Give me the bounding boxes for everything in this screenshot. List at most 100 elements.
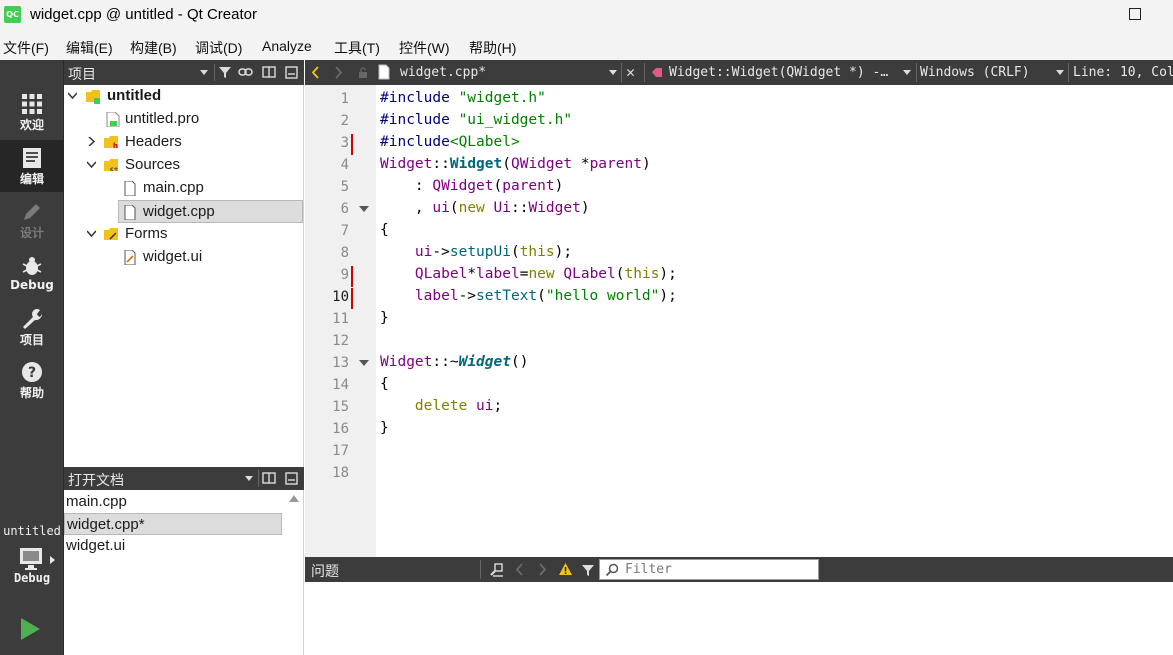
next-item-icon[interactable] [538,563,547,576]
open-doc-widget-ui[interactable]: widget.ui [64,535,282,557]
mode-design[interactable]: 设计 [0,194,64,246]
line-number: 2 [340,113,349,129]
line-number: 1 [340,91,349,107]
view-dropdown-icon[interactable] [245,476,253,481]
menu-file[interactable]: 文件(F) [3,38,49,58]
code-line: label->setText("hello world"); [414,288,677,304]
symbol-tag-icon [652,68,662,77]
chevron-right-icon[interactable] [87,137,96,146]
view-dropdown-icon[interactable] [200,70,208,75]
forward-arrow-icon[interactable] [334,66,343,79]
filter-icon[interactable] [581,563,595,577]
chevron-down-icon[interactable] [68,91,77,100]
tree-item-widget-ui[interactable]: widget.ui [64,246,303,269]
menu-debug[interactable]: 调试(D) [195,38,242,58]
tree-item-widget-cpp[interactable]: widget.cpp [118,200,303,223]
tree-item-untitled-pro[interactable]: untitled.pro [64,108,303,131]
close-pane-icon[interactable] [285,472,298,485]
menu-analyze[interactable]: Analyze [262,38,312,54]
file-dropdown-icon[interactable] [609,70,617,75]
code-line: { [380,376,389,392]
line-number: 13 [332,355,349,371]
tree-item-label: Forms [125,225,168,242]
menu-edit[interactable]: 编辑(E) [66,38,113,58]
open-documents-title[interactable]: 打开文档 [68,470,124,490]
scroll-up-arrow[interactable] [288,494,300,504]
menu-controls[interactable]: 控件(W) [399,38,450,58]
symbol-dropdown-icon[interactable] [903,70,911,75]
lock-icon[interactable] [358,67,368,79]
previous-item-icon[interactable] [515,563,524,576]
code-line: QLabel*label=new QLabel(this); [414,266,677,282]
file-tab-name[interactable]: widget.cpp* [400,65,486,80]
open-doc-main-cpp[interactable]: main.cpp [64,491,282,513]
edit-document-icon [23,148,41,168]
symbol-selector[interactable]: Widget::Widget(QWidget *) -… [669,65,888,80]
svg-text:h: h [113,142,118,150]
code-line: #include<QLabel> [380,134,520,150]
open-doc-widget-cpp[interactable]: widget.cpp* [64,513,282,535]
separator [916,63,917,82]
cursor-position[interactable]: Line: 10, Col: [1073,65,1173,80]
issues-title[interactable]: 问题 [311,561,339,581]
mode-projects[interactable]: 项目 [0,301,64,353]
mode-design-label: 设计 [19,226,44,240]
close-pane-icon[interactable] [285,66,298,79]
tree-item-main-cpp[interactable]: main.cpp [64,177,303,200]
play-icon [21,618,40,640]
separator [644,63,645,82]
kit-config-label: Debug [13,571,51,585]
maximize-icon[interactable] [1129,8,1141,20]
line-number: 10 [332,289,349,305]
wrench-icon [23,309,43,329]
line-number: 16 [332,421,349,437]
build-issues-icon[interactable] [489,562,504,577]
project-pane-title[interactable]: 项目 [68,64,96,84]
change-marker [351,288,353,309]
pro-file-icon [106,112,120,127]
mode-welcome[interactable]: 欢迎 [0,86,64,138]
mode-help[interactable]: ? 帮助 [0,354,64,406]
back-arrow-icon[interactable] [311,66,320,79]
split-icon[interactable] [262,65,276,79]
warning-icon[interactable] [558,562,573,576]
mode-debug[interactable]: Debug [0,248,64,300]
chevron-down-icon[interactable] [87,229,96,238]
fold-arrow-icon[interactable] [359,206,369,212]
svg-text:c+: c+ [110,166,118,173]
run-button[interactable] [16,615,44,643]
filter-input[interactable]: Filter [599,559,819,580]
menu-tools[interactable]: 工具(T) [334,38,380,58]
kit-selector[interactable]: Debug [0,544,64,596]
tree-item-untitled[interactable]: untitled [64,85,303,108]
tree-item-forms[interactable]: Forms [64,223,303,246]
separator [258,470,259,487]
issues-list[interactable] [305,582,1173,655]
mode-bar: 欢迎 编辑 设计 Debug 项目 ? 帮助 untitled Debug [0,60,64,655]
line-number: 18 [332,465,349,481]
mode-edit[interactable]: 编辑 [0,140,64,192]
line-ending-selector[interactable]: Windows (CRLF) [920,65,1030,80]
line-number: 7 [340,223,349,239]
separator [621,63,622,82]
chevron-down-icon[interactable] [87,160,96,169]
menu-build[interactable]: 构建(B) [130,38,177,58]
tree-item-sources[interactable]: c+ Sources [64,154,303,177]
menu-help[interactable]: 帮助(H) [469,38,516,58]
line-number: 14 [332,377,349,393]
code-editor[interactable]: #include "widget.h" #include "ui_widget.… [376,85,1173,557]
fold-arrow-icon[interactable] [359,360,369,366]
tree-item-label: Headers [125,133,182,150]
tree-item-label: main.cpp [143,179,204,196]
code-line: delete ui; [414,398,503,414]
split-icon[interactable] [262,471,276,485]
tree-item-headers[interactable]: h Headers [64,131,303,154]
caret-right-icon [50,556,55,564]
line-ending-dropdown-icon[interactable] [1056,70,1064,75]
close-file-icon[interactable]: ✕ [626,63,635,81]
filter-icon[interactable] [218,65,232,79]
change-marker [351,266,353,287]
code-line: { [380,222,389,238]
link-icon[interactable] [238,65,253,79]
code-line: : QWidget(parent) [380,178,564,194]
